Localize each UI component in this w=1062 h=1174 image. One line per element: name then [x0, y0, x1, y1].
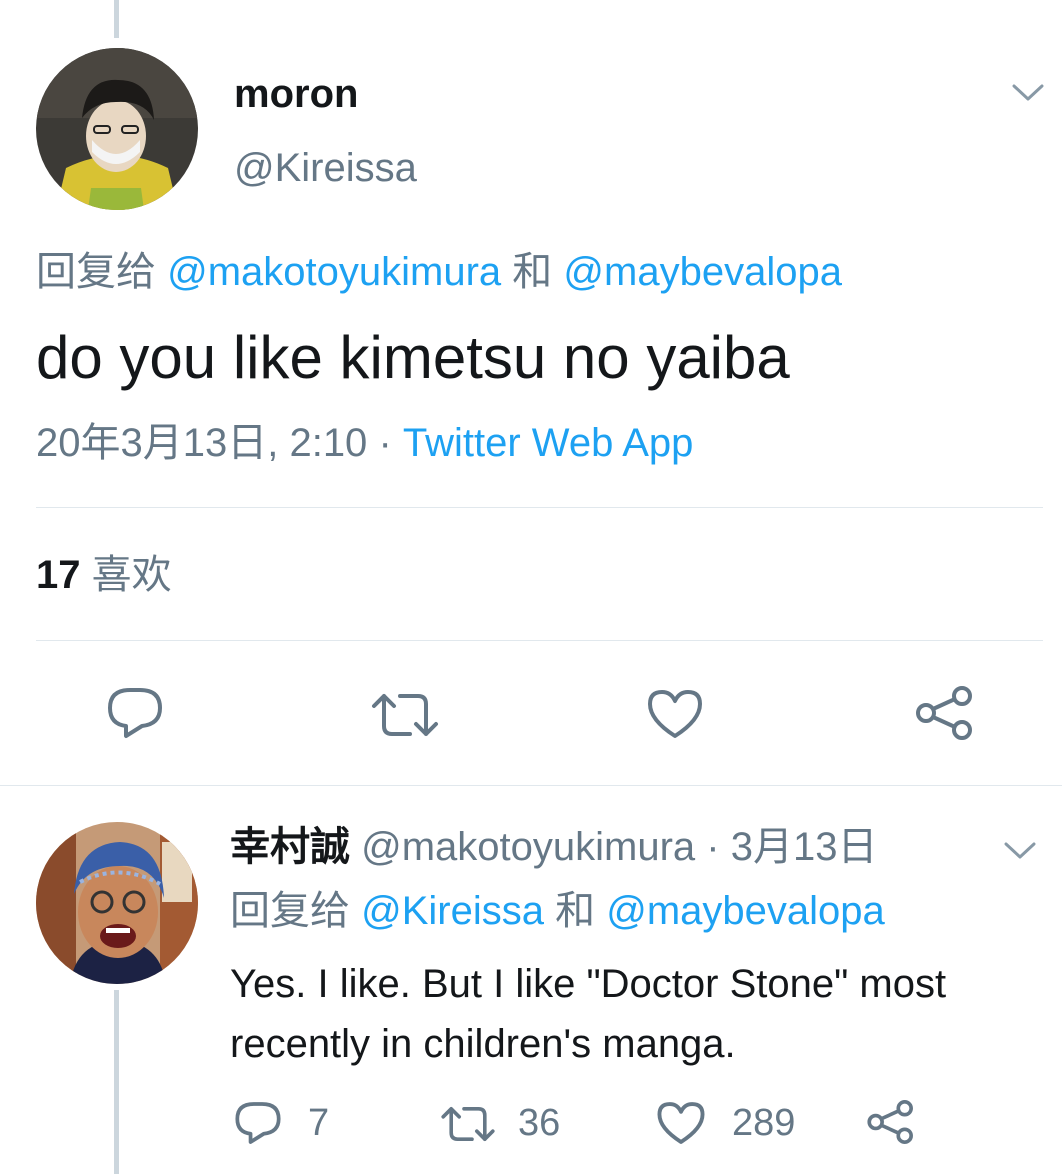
- like-icon: [657, 1102, 705, 1144]
- reply-button[interactable]: [106, 686, 164, 740]
- user-handle[interactable]: @makotoyukimura: [361, 825, 695, 869]
- divider: [36, 507, 1043, 508]
- reply-and: 和: [512, 250, 553, 294]
- reply-icon: [108, 688, 162, 738]
- like-button[interactable]: 289: [656, 1100, 795, 1146]
- tweet-text: Yes. I like. But I like "Doctor Stone" m…: [230, 954, 946, 1074]
- divider: [36, 640, 1043, 641]
- divider: [0, 785, 1062, 786]
- source-link[interactable]: Twitter Web App: [403, 421, 694, 465]
- avatar[interactable]: [36, 48, 198, 210]
- share-icon: [916, 686, 972, 740]
- mention-link[interactable]: @maybevalopa: [563, 250, 842, 294]
- reply-and: 和: [555, 889, 596, 933]
- tweet-date[interactable]: 3月13日: [731, 825, 878, 869]
- like-icon: [648, 690, 702, 738]
- retweet-button[interactable]: 36: [440, 1102, 560, 1145]
- tweet-text: do you like kimetsu no yaiba: [36, 324, 790, 391]
- tweet-text-line: recently in children's manga.: [230, 1022, 736, 1066]
- tweet-text-line: Yes. I like. But I like "Doctor Stone" m…: [230, 962, 947, 1006]
- retweet-button[interactable]: [370, 690, 440, 740]
- mention-link[interactable]: @Kireissa: [361, 889, 544, 933]
- meta-separator: ·: [378, 421, 392, 465]
- timestamp[interactable]: 20年3月13日, 2:10: [36, 421, 367, 465]
- thread-line-top: [114, 0, 119, 38]
- likes-label: 喜欢: [91, 553, 172, 597]
- avatar[interactable]: [36, 822, 198, 984]
- share-button[interactable]: [914, 684, 976, 742]
- share-button[interactable]: [866, 1098, 916, 1146]
- thread-line-bottom: [114, 990, 119, 1174]
- mention-link[interactable]: @maybevalopa: [606, 889, 885, 933]
- share-icon: [867, 1100, 913, 1144]
- likes-count: 17: [36, 553, 81, 597]
- retweet-icon: [441, 1106, 495, 1141]
- display-name[interactable]: moron: [234, 72, 358, 116]
- retweet-count: 36: [518, 1102, 561, 1144]
- mention-link[interactable]: @makotoyukimura: [167, 250, 501, 294]
- header-separator: ·: [706, 825, 720, 869]
- like-count: 289: [732, 1101, 796, 1144]
- reply-prefix: 回复给: [36, 250, 156, 294]
- reply-icon: [235, 1102, 281, 1144]
- reply-header: 幸村誠 @makotoyukimura · 3月13日: [230, 824, 878, 870]
- reply-context: 回复给 @makotoyukimura 和 @maybevalopa: [36, 250, 842, 294]
- reply-context: 回复给 @Kireissa 和 @maybevalopa: [230, 888, 885, 934]
- reply-button[interactable]: 7: [234, 1100, 329, 1146]
- user-handle[interactable]: @Kireissa: [234, 146, 417, 190]
- retweet-icon: [372, 694, 438, 736]
- chevron-down-icon[interactable]: [1010, 80, 1046, 109]
- like-button[interactable]: [646, 688, 704, 740]
- chevron-down-icon[interactable]: [1002, 838, 1038, 867]
- tweet-meta: 20年3月13日, 2:10 · Twitter Web App: [36, 420, 693, 466]
- display-name[interactable]: 幸村誠: [230, 825, 350, 869]
- likes-summary[interactable]: 17 喜欢: [36, 552, 172, 598]
- reply-prefix: 回复给: [230, 889, 350, 933]
- reply-count: 7: [308, 1101, 330, 1144]
